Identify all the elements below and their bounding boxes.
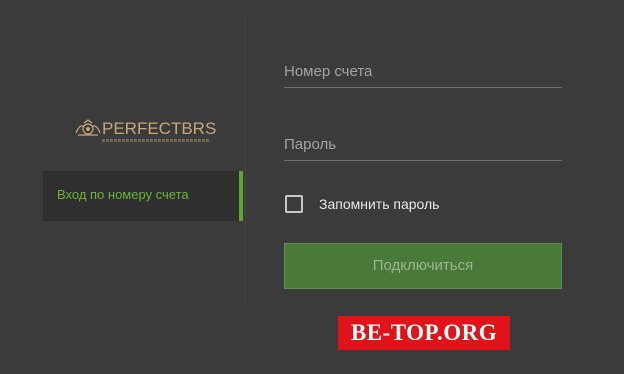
- sidebar-item-account-login[interactable]: Вход по номеру счета: [43, 171, 243, 221]
- remember-password-label: Запомнить пароль: [319, 196, 440, 212]
- panel-divider: [245, 14, 246, 304]
- login-page: PERFECTBRS Вход по номеру счета Запомнит…: [0, 0, 624, 374]
- password-field: [284, 130, 562, 161]
- sidebar-item-label: Вход по номеру счета: [57, 187, 189, 202]
- account-number-input[interactable]: [284, 57, 562, 85]
- crest-icon: [75, 119, 101, 136]
- connect-button[interactable]: Подключиться: [284, 243, 562, 289]
- remember-password-checkbox[interactable]: [285, 195, 303, 213]
- brand-logo-text: PERFECTBRS: [102, 119, 217, 138]
- watermark-badge: BE-TOP.ORG: [338, 316, 510, 350]
- account-number-field: [284, 57, 562, 88]
- brand-logo: PERFECTBRS: [74, 117, 217, 147]
- remember-password-toggle[interactable]: Запомнить пароль: [285, 194, 439, 214]
- brand-logo-tagline: [102, 139, 210, 142]
- password-input[interactable]: [284, 130, 562, 158]
